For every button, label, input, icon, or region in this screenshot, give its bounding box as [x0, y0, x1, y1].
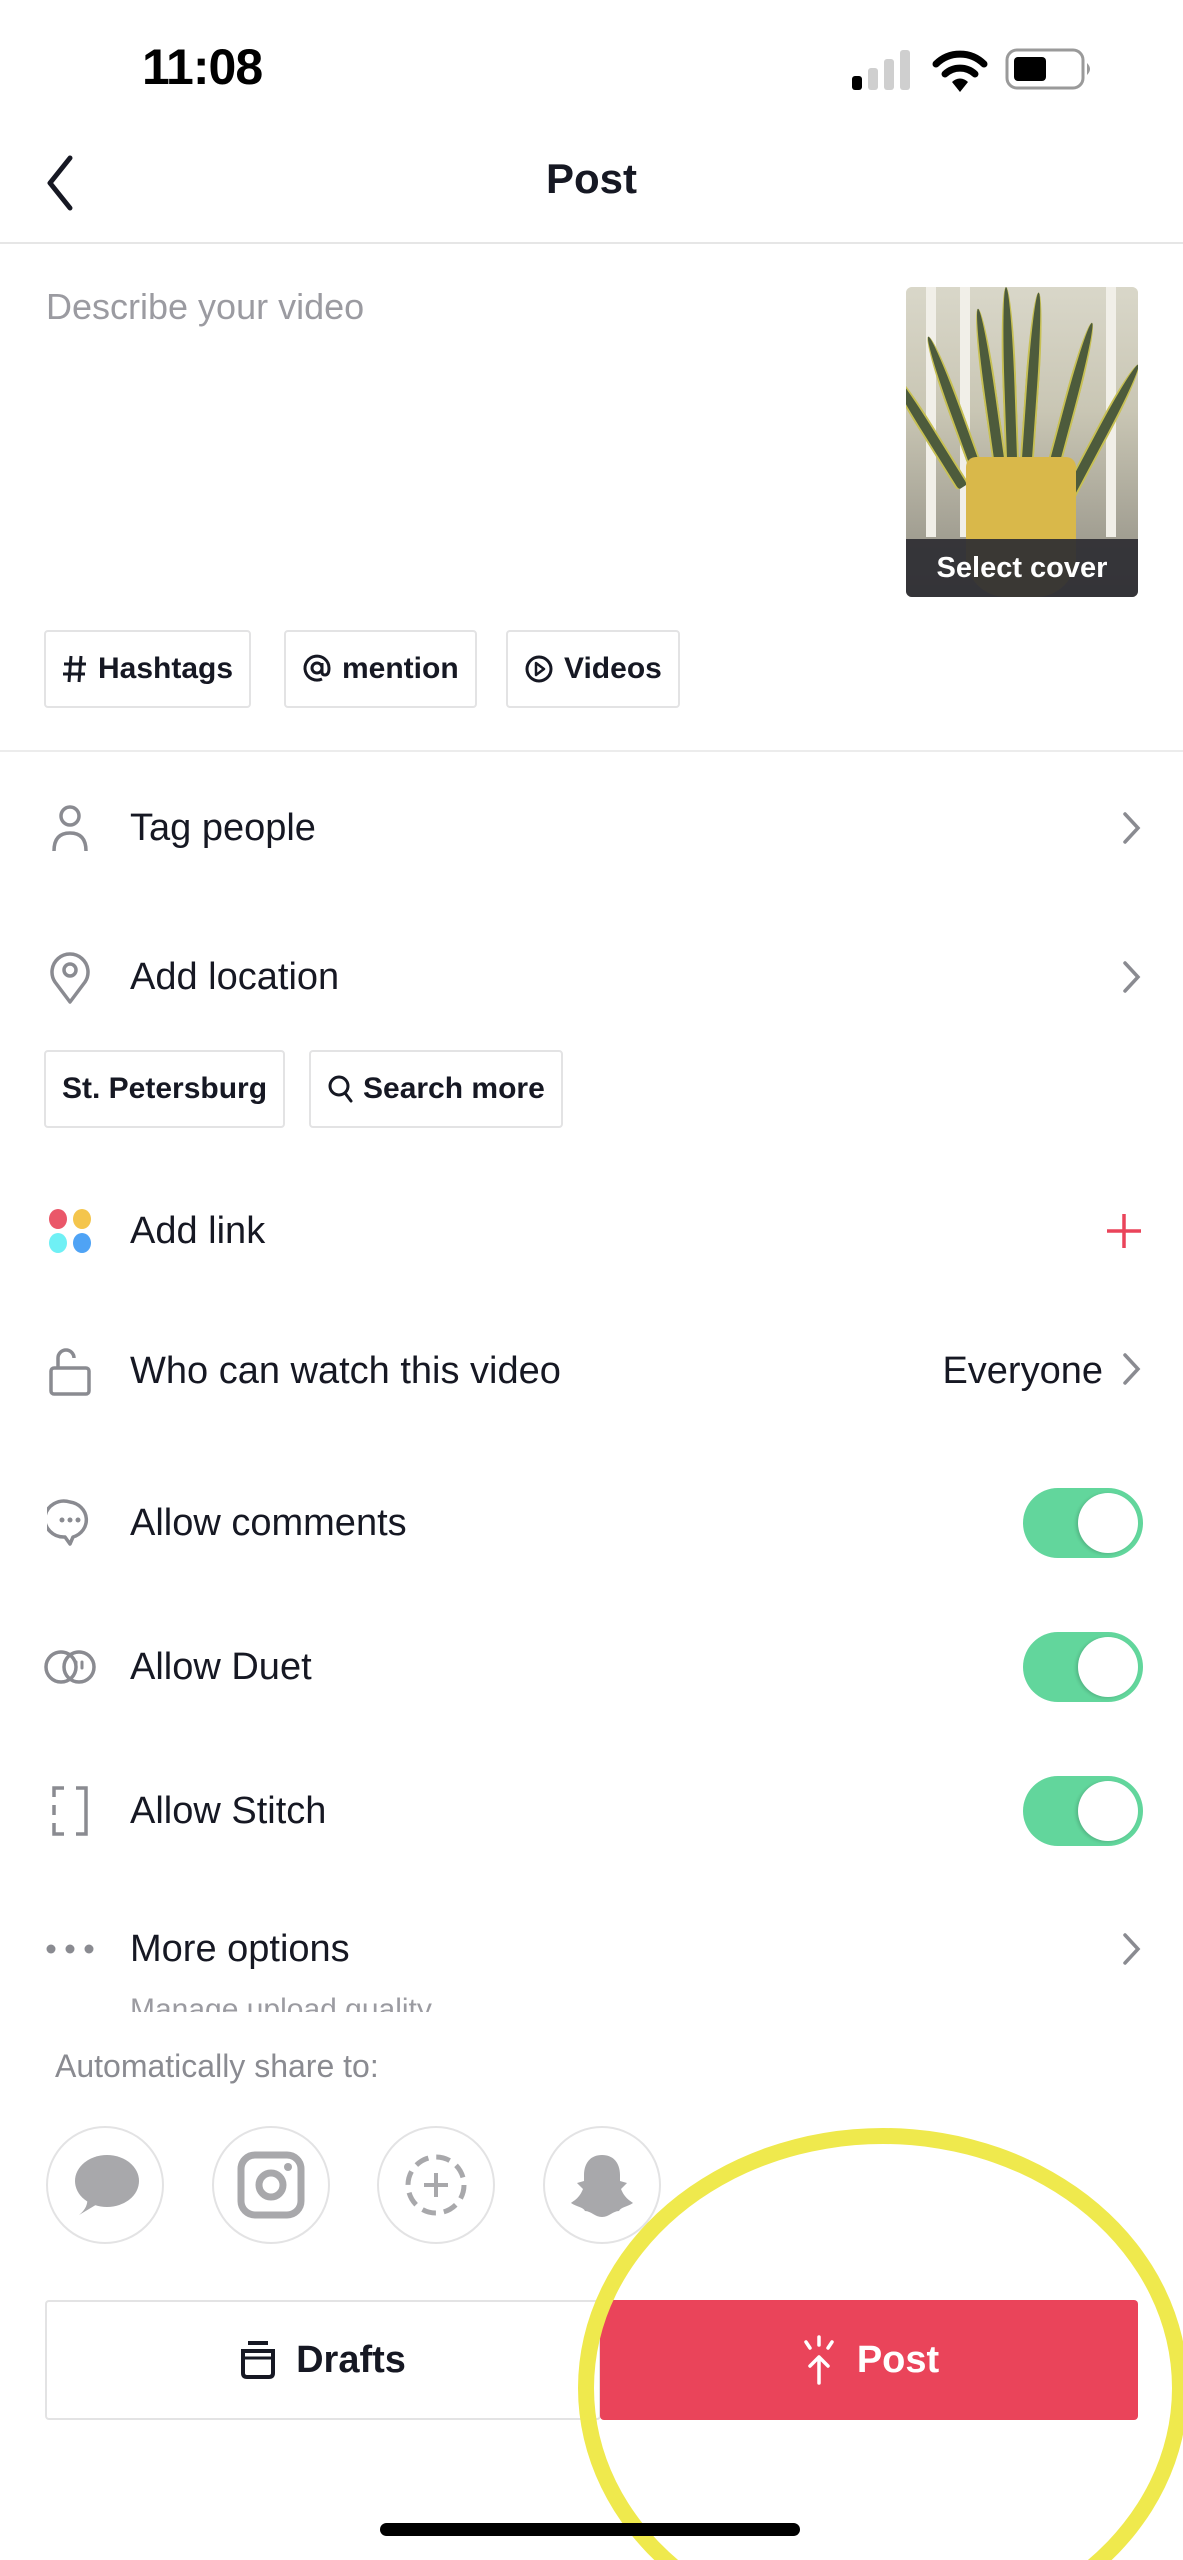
select-cover-button[interactable]: Select cover	[906, 287, 1138, 597]
who-can-watch-label: Who can watch this video	[130, 1349, 561, 1392]
location-pin-icon	[40, 947, 100, 1007]
unlock-icon	[40, 1341, 100, 1401]
description-input[interactable]	[46, 286, 866, 586]
add-link-row[interactable]: Add link	[0, 1186, 1183, 1276]
chip-label: Search more	[363, 1072, 545, 1105]
toggle-knob	[1078, 1637, 1138, 1697]
wifi-icon	[932, 50, 988, 92]
toggle-knob	[1078, 1493, 1138, 1553]
share-snapchat-button[interactable]	[543, 2126, 661, 2244]
battery-icon	[1005, 48, 1090, 90]
add-location-row[interactable]: Add location	[0, 932, 1183, 1022]
allow-stitch-toggle[interactable]	[1023, 1776, 1143, 1846]
hashtag-icon	[62, 654, 88, 684]
chip-label: Hashtags	[98, 652, 234, 685]
chip-label: mention	[342, 652, 459, 685]
share-messages-button[interactable]	[46, 2126, 164, 2244]
status-time: 11:08	[142, 39, 263, 95]
chip-label: St. Petersburg	[62, 1072, 268, 1105]
search-icon	[327, 1074, 353, 1104]
comment-icon	[40, 1493, 100, 1553]
toggle-knob	[1078, 1781, 1138, 1841]
chevron-right-icon	[1121, 959, 1143, 995]
stitch-icon	[40, 1781, 100, 1841]
messages-icon	[75, 2155, 139, 2215]
person-icon	[40, 798, 100, 858]
section-divider	[0, 750, 1183, 752]
share-story-button[interactable]	[377, 2126, 495, 2244]
add-location-label: Add location	[130, 955, 340, 998]
allow-duet-toggle[interactable]	[1023, 1632, 1143, 1702]
allow-comments-label: Allow comments	[130, 1501, 407, 1544]
chevron-right-icon	[1121, 1351, 1143, 1392]
post-button[interactable]: Post	[600, 2300, 1138, 2420]
share-label: Automatically share to:	[55, 2048, 379, 2084]
plus-icon[interactable]	[1105, 1212, 1143, 1250]
search-more-chip[interactable]: Search more	[309, 1050, 563, 1128]
ellipsis-icon	[40, 1919, 100, 1979]
play-circle-icon	[524, 654, 554, 684]
chevron-right-icon	[1121, 810, 1143, 846]
allow-duet-label: Allow Duet	[130, 1645, 312, 1688]
share-instagram-button[interactable]	[212, 2126, 330, 2244]
who-can-watch-row[interactable]: Who can watch this video Everyone	[0, 1326, 1183, 1416]
hashtags-chip[interactable]: Hashtags	[44, 630, 252, 708]
mention-chip[interactable]: mention	[284, 630, 477, 708]
add-link-label: Add link	[130, 1209, 266, 1252]
add-story-icon	[405, 2154, 467, 2216]
post-label: Post	[856, 2338, 940, 2381]
allow-stitch-label: Allow Stitch	[130, 1789, 327, 1832]
drafts-label: Drafts	[296, 2338, 406, 2381]
select-cover-label: Select cover	[906, 539, 1138, 597]
home-indicator	[380, 2523, 800, 2536]
location-chip-st-petersburg[interactable]: St. Petersburg	[44, 1050, 286, 1128]
snapchat-icon	[571, 2155, 633, 2217]
header-divider	[0, 242, 1183, 244]
allow-duet-row: Allow Duet	[0, 1622, 1183, 1712]
instagram-icon	[237, 2151, 305, 2219]
more-options-sublabel: Manage upload quality	[130, 1993, 432, 2012]
tag-people-label: Tag people	[130, 806, 316, 849]
chevron-right-icon	[1121, 1931, 1143, 1967]
cover-rail	[926, 287, 936, 537]
more-options-row[interactable]: More options	[0, 1904, 1183, 1994]
more-options-label: More options	[130, 1927, 350, 1970]
drafts-button[interactable]: Drafts	[45, 2300, 601, 2420]
page-title: Post	[545, 155, 637, 202]
post-upload-icon	[804, 2335, 834, 2385]
colored-dots-icon	[40, 1201, 100, 1261]
cellular-signal-icon	[852, 50, 910, 90]
allow-stitch-row: Allow Stitch	[0, 1766, 1183, 1856]
tag-people-row[interactable]: Tag people	[0, 783, 1183, 873]
visibility-value: Everyone	[942, 1349, 1103, 1392]
duet-icon	[40, 1637, 100, 1697]
allow-comments-toggle[interactable]	[1023, 1488, 1143, 1558]
allow-comments-row: Allow comments	[0, 1478, 1183, 1568]
videos-chip[interactable]: Videos	[506, 630, 680, 708]
drafts-icon	[241, 2341, 276, 2379]
chip-label: Videos	[564, 652, 662, 685]
at-sign-icon	[302, 653, 332, 685]
